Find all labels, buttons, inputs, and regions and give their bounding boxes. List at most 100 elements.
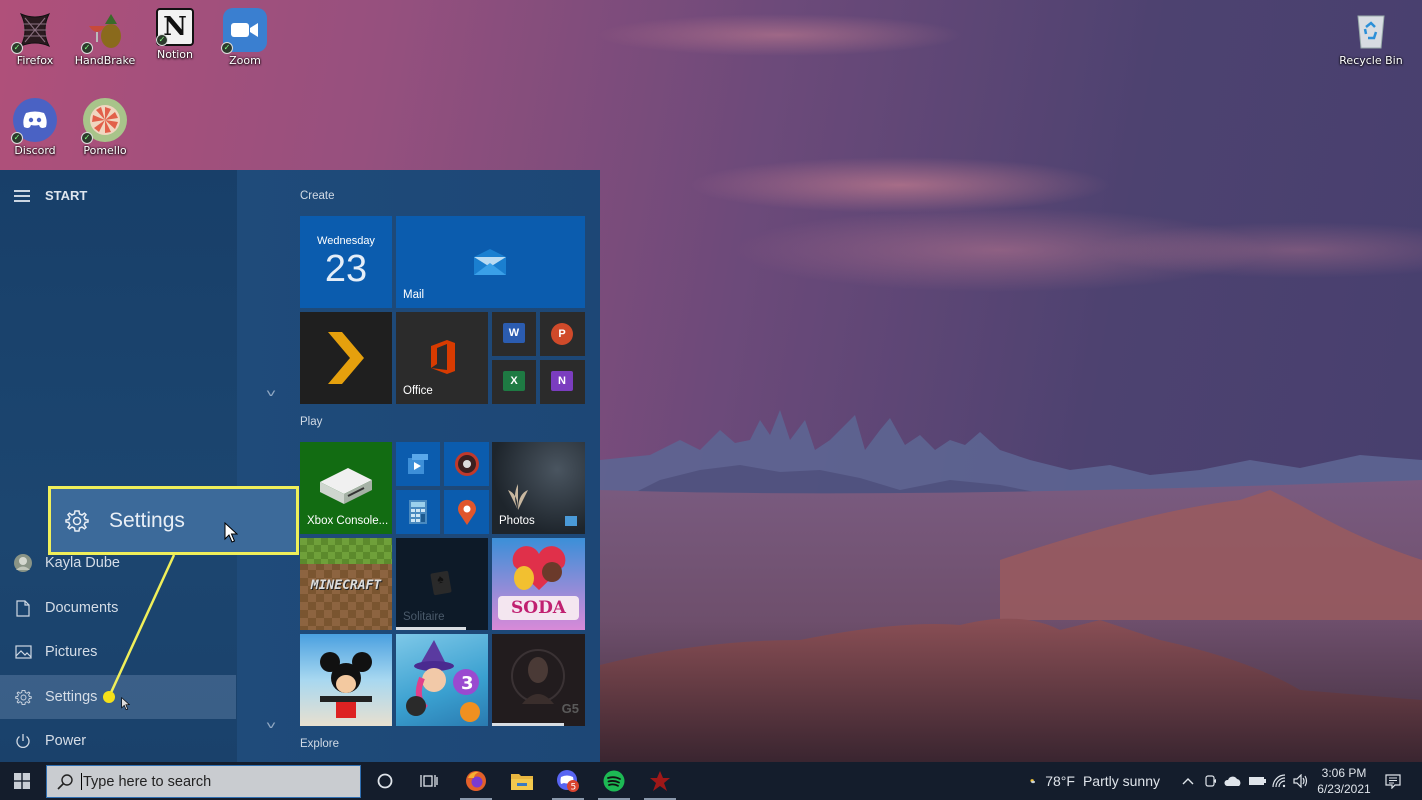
- plex-chevron-icon: [328, 332, 364, 384]
- excel-icon: X: [503, 371, 525, 391]
- hamburger-menu-icon[interactable]: [14, 190, 30, 202]
- nav-item-label: Settings: [45, 689, 98, 705]
- nav-item-power[interactable]: Power: [0, 719, 236, 763]
- mouse-cursor-icon: [224, 522, 238, 543]
- desktop-icon-notion[interactable]: N ✓ Notion: [140, 2, 210, 61]
- nav-item-label: Pictures: [45, 644, 98, 660]
- tray-battery[interactable]: [1246, 762, 1268, 800]
- search-icon: [57, 773, 73, 790]
- minecraft-logo: MINECRAFT: [310, 578, 382, 593]
- tile-excel[interactable]: X: [492, 360, 536, 404]
- tray-meet-now[interactable]: [1202, 762, 1220, 800]
- tile-calendar[interactable]: Wednesday 23: [300, 216, 392, 308]
- office-logo-icon: [431, 340, 455, 374]
- action-center-button[interactable]: [1380, 762, 1406, 800]
- tile-label: Xbox Console...: [307, 515, 389, 527]
- taskbar-file-explorer[interactable]: [502, 762, 542, 800]
- xbox-console-icon: [320, 468, 372, 504]
- tile-xbox-console[interactable]: Xbox Console...: [300, 442, 392, 534]
- tray-volume[interactable]: [1290, 762, 1312, 800]
- nav-item-settings[interactable]: Settings: [0, 675, 236, 719]
- meet-now-icon: [1205, 775, 1216, 787]
- tile-onenote[interactable]: N: [540, 360, 585, 404]
- taskbar-firefox[interactable]: [456, 762, 496, 800]
- onedrive-cloud-icon: [1224, 776, 1241, 786]
- search-placeholder: Type here to search: [83, 773, 212, 790]
- tile-office[interactable]: Office: [396, 312, 488, 404]
- desktop-icon-handbrake[interactable]: ✓ HandBrake: [70, 2, 140, 67]
- desktop-icon-zoom[interactable]: ✓ Zoom: [210, 2, 280, 67]
- nav-item-label: Power: [45, 733, 87, 749]
- mouse-cursor-icon: [121, 697, 130, 711]
- candy-heart-image: [512, 546, 566, 590]
- firefox-icon: [466, 771, 486, 791]
- tile-plex[interactable]: [300, 312, 392, 404]
- collapse-chevron-icon[interactable]: v: [266, 388, 275, 399]
- callout-label: Settings: [109, 508, 185, 532]
- show-hidden-icons-button[interactable]: [1178, 762, 1198, 800]
- taskbar-spotify[interactable]: [594, 762, 634, 800]
- maps-pin-icon: [458, 499, 476, 525]
- nav-item-pictures[interactable]: Pictures: [0, 630, 236, 674]
- nav-item-documents[interactable]: Documents: [0, 586, 236, 630]
- groove-music-icon: [455, 452, 479, 476]
- calendar-day-name: Wednesday: [317, 235, 375, 247]
- red-app-icon: [650, 771, 670, 791]
- power-icon: [14, 732, 32, 750]
- tile-solitaire[interactable]: ♠ Solitaire: [396, 538, 488, 630]
- collapse-chevron-icon[interactable]: v: [266, 720, 275, 731]
- tray-onedrive[interactable]: [1222, 762, 1244, 800]
- weather-temp: 78°F: [1045, 773, 1075, 789]
- notion-icon: N ✓: [156, 8, 194, 46]
- task-view-button[interactable]: [410, 762, 448, 800]
- clock[interactable]: 3:06 PM 6/23/2021: [1314, 762, 1374, 800]
- tile-g5-game[interactable]: G5: [492, 634, 585, 726]
- tile-mail[interactable]: Mail: [396, 216, 585, 308]
- group-label-explore: Explore: [300, 738, 339, 750]
- tile-word[interactable]: W: [492, 312, 536, 356]
- clock-date: 6/23/2021: [1317, 782, 1371, 796]
- mail-envelope-icon: [474, 249, 506, 275]
- desktop-icon-discord[interactable]: ✓ Discord: [0, 92, 70, 157]
- g5-logo: G5: [561, 701, 579, 716]
- cortana-button[interactable]: [366, 762, 404, 800]
- user-avatar-icon: [14, 554, 32, 572]
- tile-movies-tv[interactable]: [396, 442, 440, 486]
- calendar-day-number: 23: [324, 248, 368, 290]
- desktop-icon-recycle-bin[interactable]: Recycle Bin: [1336, 2, 1406, 67]
- folder-icon: [511, 774, 533, 790]
- tray-wifi[interactable]: [1268, 762, 1290, 800]
- tile-powerpoint[interactable]: P: [540, 312, 585, 356]
- tile-bubble-witch-3[interactable]: 3: [396, 634, 488, 726]
- desktop-icon-firefox[interactable]: ✓ Firefox: [0, 2, 70, 67]
- word-icon: W: [503, 323, 525, 343]
- powerpoint-icon: P: [551, 323, 573, 345]
- taskbar: Type here to search 5 78°F Partly sunny: [0, 762, 1422, 800]
- tile-minecraft[interactable]: MINECRAFT: [300, 538, 392, 630]
- group-label-play: Play: [300, 416, 323, 428]
- weather-widget[interactable]: 78°F Partly sunny: [1030, 762, 1160, 800]
- clock-time: 3:06 PM: [1321, 766, 1367, 780]
- start-button[interactable]: [0, 762, 44, 800]
- tile-candy-crush-soda[interactable]: SODA: [492, 538, 585, 630]
- tile-photos[interactable]: Photos: [492, 442, 585, 534]
- tile-calculator[interactable]: [396, 490, 440, 534]
- tile-disney-magic-kingdoms[interactable]: [300, 634, 392, 726]
- tile-label: Office: [403, 385, 433, 397]
- calculator-icon: [409, 500, 427, 524]
- tile-maps[interactable]: [444, 490, 489, 534]
- desktop-icon-label: Firefox: [16, 54, 54, 67]
- task-view-icon: [420, 775, 438, 787]
- tile-groove-music[interactable]: [444, 442, 489, 486]
- gear-icon: [65, 509, 89, 533]
- search-input[interactable]: Type here to search: [46, 765, 361, 798]
- handbrake-icon: ✓: [81, 8, 127, 54]
- taskbar-red-app[interactable]: [640, 762, 680, 800]
- desktop-icon-pomello[interactable]: ✓ Pomello: [70, 92, 140, 157]
- discord-badge: 5: [571, 783, 577, 793]
- spotify-icon: [603, 770, 625, 792]
- taskbar-discord[interactable]: 5: [548, 762, 588, 800]
- game-portrait-image: [511, 649, 565, 704]
- lotus-image: [508, 484, 528, 510]
- desktop-icon-label: Pomello: [83, 144, 127, 157]
